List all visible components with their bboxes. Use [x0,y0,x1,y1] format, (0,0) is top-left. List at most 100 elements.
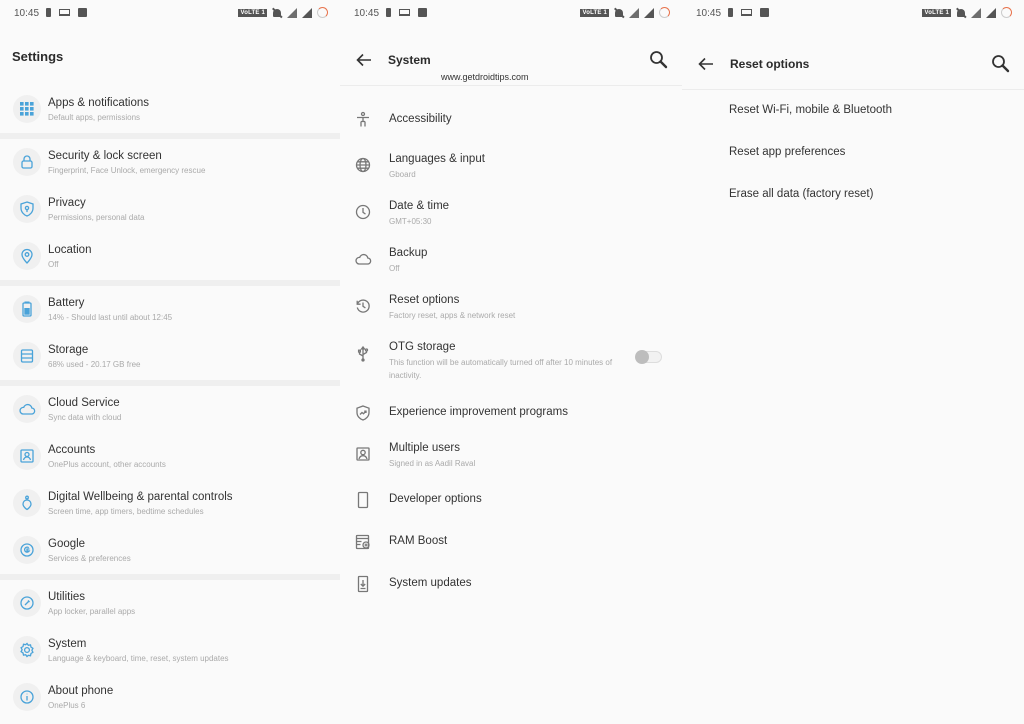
item-title: Accounts [48,444,96,456]
system-item-accessibility[interactable]: Accessibility [340,96,682,143]
item-subtitle: GMT+05:30 [389,217,432,226]
item-title: OTG storage [389,341,456,353]
settings-item-privacy[interactable]: Privacy Permissions, personal data [0,186,340,233]
item-title: Cloud Service [48,397,120,409]
otg-storage-toggle[interactable] [635,350,662,364]
arrow-left-icon [698,57,713,71]
item-title: Developer options [389,493,482,505]
account-icon [13,442,41,470]
reset-item-erase-all-data-factory-reset[interactable]: Erase all data (factory reset) [682,180,1024,222]
laptop-icon [59,9,70,16]
search-icon [650,51,668,69]
item-title: Languages & input [389,153,485,165]
system-item-languages-input[interactable]: Languages & input Gboard [340,143,682,190]
status-bar: 10:45 VoLTE 1 [682,0,1024,26]
globe-icon [354,156,372,174]
item-subtitle: 68% used - 20.17 GB free [48,360,141,369]
battery-saver-icon [728,8,733,17]
item-title: Reset Wi-Fi, mobile & Bluetooth [729,104,892,116]
google-icon [13,536,41,564]
item-subtitle: This function will be automatically turn… [389,358,613,380]
page-title: System [388,53,431,67]
reset-options-list: Reset Wi-Fi, mobile & Bluetooth Reset app… [682,96,1024,222]
search-button[interactable] [648,49,670,71]
item-title: Multiple users [389,442,460,454]
item-subtitle: Default apps, permissions [48,113,141,122]
back-button[interactable] [354,50,374,70]
accessibility-icon [354,111,372,129]
settings-screen: 10:45 VoLTE 1 Settings Apps & notificati… [0,0,340,724]
status-time: 10:45 [696,8,722,19]
signal-icon [986,7,996,18]
item-subtitle: Screen time, app timers, bedtime schedul… [48,507,204,516]
system-screen: 10:45 VoLTE 1 System www.getdroidtips.co… [340,0,682,724]
status-time: 10:45 [354,8,380,19]
settings-item-digital-wellbeing-parental-controls[interactable]: Digital Wellbeing & parental controls Scr… [0,480,340,527]
reset-item-reset-app-preferences[interactable]: Reset app preferences [682,138,1024,180]
volte-icon: VoLTE 1 [922,8,951,17]
settings-item-apps-notifications[interactable]: Apps & notifications Default apps, permis… [0,86,340,133]
usb-icon [354,345,372,363]
image-icon [418,8,427,17]
shield-trend-icon [354,404,372,422]
image-icon [760,8,769,17]
settings-item-security-lock-screen[interactable]: Security & lock screen Fingerprint, Face … [0,139,340,186]
item-subtitle: OnePlus account, other accounts [48,460,166,469]
system-item-backup[interactable]: Backup Off [340,237,682,284]
settings-item-about-phone[interactable]: About phone OnePlus 6 [0,674,340,721]
system-item-system-updates[interactable]: System updates [340,563,682,605]
system-item-experience-improvement-programs[interactable]: Experience improvement programs [340,393,682,432]
back-button[interactable] [696,54,716,74]
item-subtitle: Gboard [389,170,416,179]
settings-item-location[interactable]: Location Off [0,233,340,280]
reset-options-screen: 10:45 VoLTE 1 Reset options Reset Wi-Fi,… [682,0,1024,724]
settings-item-storage[interactable]: Storage 68% used - 20.17 GB free [0,333,340,380]
page-title: Settings [12,49,64,64]
info-icon [13,683,41,711]
mobile-data-4g-icon [971,7,981,18]
system-item-multiple-users[interactable]: Multiple users Signed in as Aadil Raval [340,432,682,479]
system-item-date-time[interactable]: Date & time GMT+05:30 [340,190,682,237]
apps-grid-icon [13,95,41,123]
item-title: Security & lock screen [48,150,162,162]
system-item-developer-options[interactable]: Developer options [340,479,682,521]
item-title: Apps & notifications [48,97,150,109]
settings-item-utilities[interactable]: Utilities App locker, parallel apps [0,580,340,627]
system-item-reset-options[interactable]: Reset options Factory reset, apps & netwo… [340,284,682,331]
image-icon [78,8,87,17]
system-item-otg-storage[interactable]: OTG storage This function will be automat… [340,331,682,393]
system-update-icon [354,575,372,593]
system-item-ram-boost[interactable]: RAM Boost [340,521,682,563]
laptop-icon [741,9,752,16]
status-time: 10:45 [14,8,40,19]
reset-item-reset-wi-fi-mobile-bluetooth[interactable]: Reset Wi-Fi, mobile & Bluetooth [682,96,1024,138]
item-subtitle: Language & keyboard, time, reset, system… [48,654,229,663]
settings-item-battery[interactable]: Battery 14% - Should last until about 12:… [0,286,340,333]
item-subtitle: Off [389,264,400,273]
privacy-shield-icon [13,195,41,223]
battery-saver-icon [46,8,51,17]
app-bar: Reset options [682,40,1024,90]
settings-item-system[interactable]: System Language & keyboard, time, reset, … [0,627,340,674]
signal-icon [302,7,312,18]
status-bar: 10:45 VoLTE 1 [340,0,682,26]
volte-icon: VoLTE 1 [238,8,267,17]
item-subtitle: OnePlus 6 [48,701,86,710]
laptop-icon [399,9,410,16]
search-icon [992,55,1010,73]
settings-item-google[interactable]: Google Services & preferences [0,527,340,574]
item-title: Storage [48,344,89,356]
wellbeing-icon [13,489,41,517]
settings-item-accounts[interactable]: Accounts OnePlus account, other accounts [0,433,340,480]
battery-ring-icon [317,7,328,18]
bell-muted-icon [956,8,966,18]
item-title: Backup [389,247,428,259]
battery-ring-icon [1001,7,1012,18]
item-subtitle: Services & preferences [48,554,131,563]
volte-icon: VoLTE 1 [580,8,609,17]
item-title: Reset app preferences [729,146,846,158]
search-button[interactable] [990,53,1012,75]
settings-item-cloud-service[interactable]: Cloud Service Sync data with cloud [0,386,340,433]
item-title: RAM Boost [389,535,448,547]
item-title: Accessibility [389,112,452,125]
